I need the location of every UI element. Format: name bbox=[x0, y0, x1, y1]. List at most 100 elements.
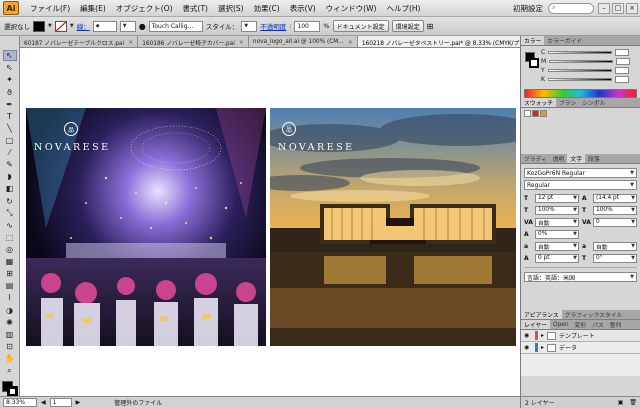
maximize-button[interactable]: □ bbox=[612, 2, 624, 14]
opacity-input[interactable]: 100 bbox=[294, 20, 321, 32]
zoom-tool-icon[interactable]: ⌕ bbox=[3, 365, 17, 376]
document-setup-button[interactable]: ドキュメント設定 bbox=[332, 20, 389, 32]
tab-graphic-styles[interactable]: グラフィックスタイル bbox=[562, 310, 626, 319]
font-family-dropdown[interactable]: KozGoPr6N Regular ▼ bbox=[524, 168, 637, 178]
scale-tool-icon[interactable]: ⤡ bbox=[3, 208, 17, 219]
document-canvas[interactable]: 品 NOVARESE 品 NOVARESE bbox=[20, 48, 520, 396]
font-style-dropdown[interactable]: Regular ▼ bbox=[524, 180, 637, 190]
expand-icon[interactable]: ▸ bbox=[541, 344, 544, 351]
close-button[interactable]: × bbox=[626, 2, 638, 14]
layer-row-data[interactable]: ◉ ▸ データ bbox=[521, 342, 640, 354]
blob-brush-tool-icon[interactable]: ◗ bbox=[3, 171, 17, 182]
tab-gradient[interactable]: グラディ bbox=[521, 154, 550, 163]
menu-edit[interactable]: 編集(E) bbox=[75, 3, 111, 14]
menu-object[interactable]: オブジェクト(O) bbox=[111, 3, 178, 14]
menu-view[interactable]: 表示(V) bbox=[285, 3, 321, 14]
tab-pathfinder[interactable]: パス bbox=[589, 320, 607, 329]
arrange-icon[interactable]: ⊞ bbox=[427, 22, 434, 31]
tab-appearance[interactable]: アピアランス bbox=[521, 310, 562, 319]
stroke-swatch[interactable] bbox=[54, 20, 67, 32]
tab-brushes[interactable]: ブラシ bbox=[556, 98, 579, 107]
stroke-link[interactable]: 線： bbox=[77, 21, 90, 31]
hand-tool-icon[interactable]: ✋ bbox=[3, 353, 17, 364]
tab-chair-cover[interactable]: 160186 ノバレーゼ椅子カバー.pai × bbox=[138, 36, 249, 47]
tab-transform[interactable]: 変形 bbox=[572, 320, 590, 329]
close-icon[interactable]: × bbox=[348, 39, 353, 46]
slider-value[interactable] bbox=[616, 58, 631, 65]
tab-color-guide[interactable]: カラーガイド bbox=[544, 36, 585, 45]
prev-artboard-icon[interactable]: ◀ bbox=[41, 399, 46, 406]
chevron-down-icon[interactable]: ▼ bbox=[70, 23, 74, 29]
swatch-gold[interactable] bbox=[540, 110, 547, 117]
direct-selection-tool-icon[interactable]: ⇖ bbox=[3, 62, 17, 73]
pencil-tool-icon[interactable]: ✎ bbox=[3, 159, 17, 170]
preferences-button[interactable]: 環境設定 bbox=[391, 20, 424, 32]
slider-c[interactable]: C bbox=[521, 48, 640, 57]
artboard-concert[interactable]: 品 NOVARESE bbox=[26, 108, 266, 346]
horizontal-scale-field[interactable]: T 100% ▼ bbox=[582, 205, 637, 215]
tab-open[interactable]: Open bbox=[550, 320, 571, 329]
slider-value[interactable] bbox=[614, 67, 629, 74]
tab-align[interactable]: 整列 bbox=[607, 320, 625, 329]
rotation-field[interactable]: T 0° ▼ bbox=[582, 253, 637, 263]
graph-tool-icon[interactable]: ▥ bbox=[3, 329, 17, 340]
rectangle-tool-icon[interactable]: □ bbox=[3, 135, 17, 146]
rotation-input[interactable]: 0° ▼ bbox=[593, 253, 637, 263]
vertical-scale-field[interactable]: T 100% ▼ bbox=[524, 205, 579, 215]
warp-tool-icon[interactable]: ∿ bbox=[3, 220, 17, 231]
slider-track[interactable] bbox=[547, 78, 612, 81]
minimize-button[interactable]: – bbox=[598, 2, 610, 14]
tsume-input[interactable]: 0% ▼ bbox=[535, 229, 579, 239]
free-transform-tool-icon[interactable]: ⬚ bbox=[3, 232, 17, 243]
vertical-scale-input[interactable]: 100% ▼ bbox=[535, 205, 579, 215]
menu-effect[interactable]: 効果(C) bbox=[249, 3, 285, 14]
kerning-input[interactable]: 自動 ▼ bbox=[535, 217, 579, 227]
font-size-input[interactable]: 12 pt ▼ bbox=[535, 193, 579, 203]
pen-tool-icon[interactable]: ✒ bbox=[3, 99, 17, 110]
shape-builder-tool-icon[interactable]: ◎ bbox=[3, 244, 17, 255]
slider-m[interactable]: M bbox=[521, 57, 640, 66]
lasso-tool-icon[interactable]: ϑ bbox=[3, 86, 17, 97]
slider-value[interactable] bbox=[615, 49, 630, 56]
perspective-grid-tool-icon[interactable]: ▦ bbox=[3, 256, 17, 267]
new-layer-icon[interactable]: ▣ bbox=[618, 399, 624, 406]
menu-file[interactable]: ファイル(F) bbox=[25, 3, 75, 14]
menu-type[interactable]: 書式(T) bbox=[178, 3, 213, 14]
zoom-dropdown[interactable]: 8.33% bbox=[3, 398, 37, 407]
eye-icon[interactable]: ◉ bbox=[524, 332, 532, 339]
tab-symbols[interactable]: シンボル bbox=[579, 98, 608, 107]
fill-stroke-widget[interactable] bbox=[1, 381, 18, 398]
close-icon[interactable]: × bbox=[239, 39, 244, 46]
tab-character[interactable]: 文字 bbox=[567, 154, 586, 163]
tab-tapestry[interactable]: 160218 ノバレーゼタペストリー.pai* @ 8.33% (CMYK/プレ… bbox=[357, 36, 520, 47]
leading-field[interactable]: A (14.4 pt ▼ bbox=[582, 193, 637, 203]
search-input[interactable]: ⌕ bbox=[548, 2, 594, 14]
gradient-tool-icon[interactable]: ▤ bbox=[3, 280, 17, 291]
eraser-tool-icon[interactable]: ◧ bbox=[3, 183, 17, 194]
aki-right-field[interactable]: a 自動 ▼ bbox=[582, 241, 637, 251]
tab-logo[interactable]: nova_logo_all.ai @ 100% (CM... × bbox=[248, 36, 358, 47]
slider-track[interactable] bbox=[547, 69, 612, 72]
type-tool-icon[interactable]: T bbox=[3, 111, 17, 122]
magic-wand-tool-icon[interactable]: ✦ bbox=[3, 74, 17, 85]
rotate-tool-icon[interactable]: ↻ bbox=[3, 195, 17, 206]
menu-help[interactable]: ヘルプ(H) bbox=[381, 3, 425, 14]
tab-tablecloth[interactable]: 60187 ノバレーゼテーブルクロス.pai × bbox=[20, 36, 139, 47]
expand-icon[interactable]: ▸ bbox=[541, 332, 544, 339]
slider-track[interactable] bbox=[548, 51, 613, 54]
artboard-sunset-venue[interactable]: 品 NOVARESE bbox=[270, 108, 516, 346]
blend-tool-icon[interactable]: ◑ bbox=[3, 304, 17, 315]
close-icon[interactable]: × bbox=[128, 39, 133, 46]
horizontal-scale-input[interactable]: 100% ▼ bbox=[593, 205, 637, 215]
menu-select[interactable]: 選択(S) bbox=[213, 3, 249, 14]
opacity-link[interactable]: 不透明度 bbox=[260, 21, 286, 31]
tab-layers[interactable]: レイヤー bbox=[521, 320, 551, 329]
swatch-red[interactable] bbox=[532, 110, 539, 117]
symbol-sprayer-tool-icon[interactable]: ✺ bbox=[3, 317, 17, 328]
aki-right-input[interactable]: 自動 ▼ bbox=[593, 241, 637, 251]
baseline-shift-input[interactable]: 0 pt ▼ bbox=[535, 253, 579, 263]
swatch-none[interactable] bbox=[524, 110, 531, 117]
slider-k[interactable]: K bbox=[521, 75, 640, 84]
slider-track[interactable] bbox=[549, 60, 614, 63]
fill-swatch[interactable] bbox=[33, 20, 45, 32]
